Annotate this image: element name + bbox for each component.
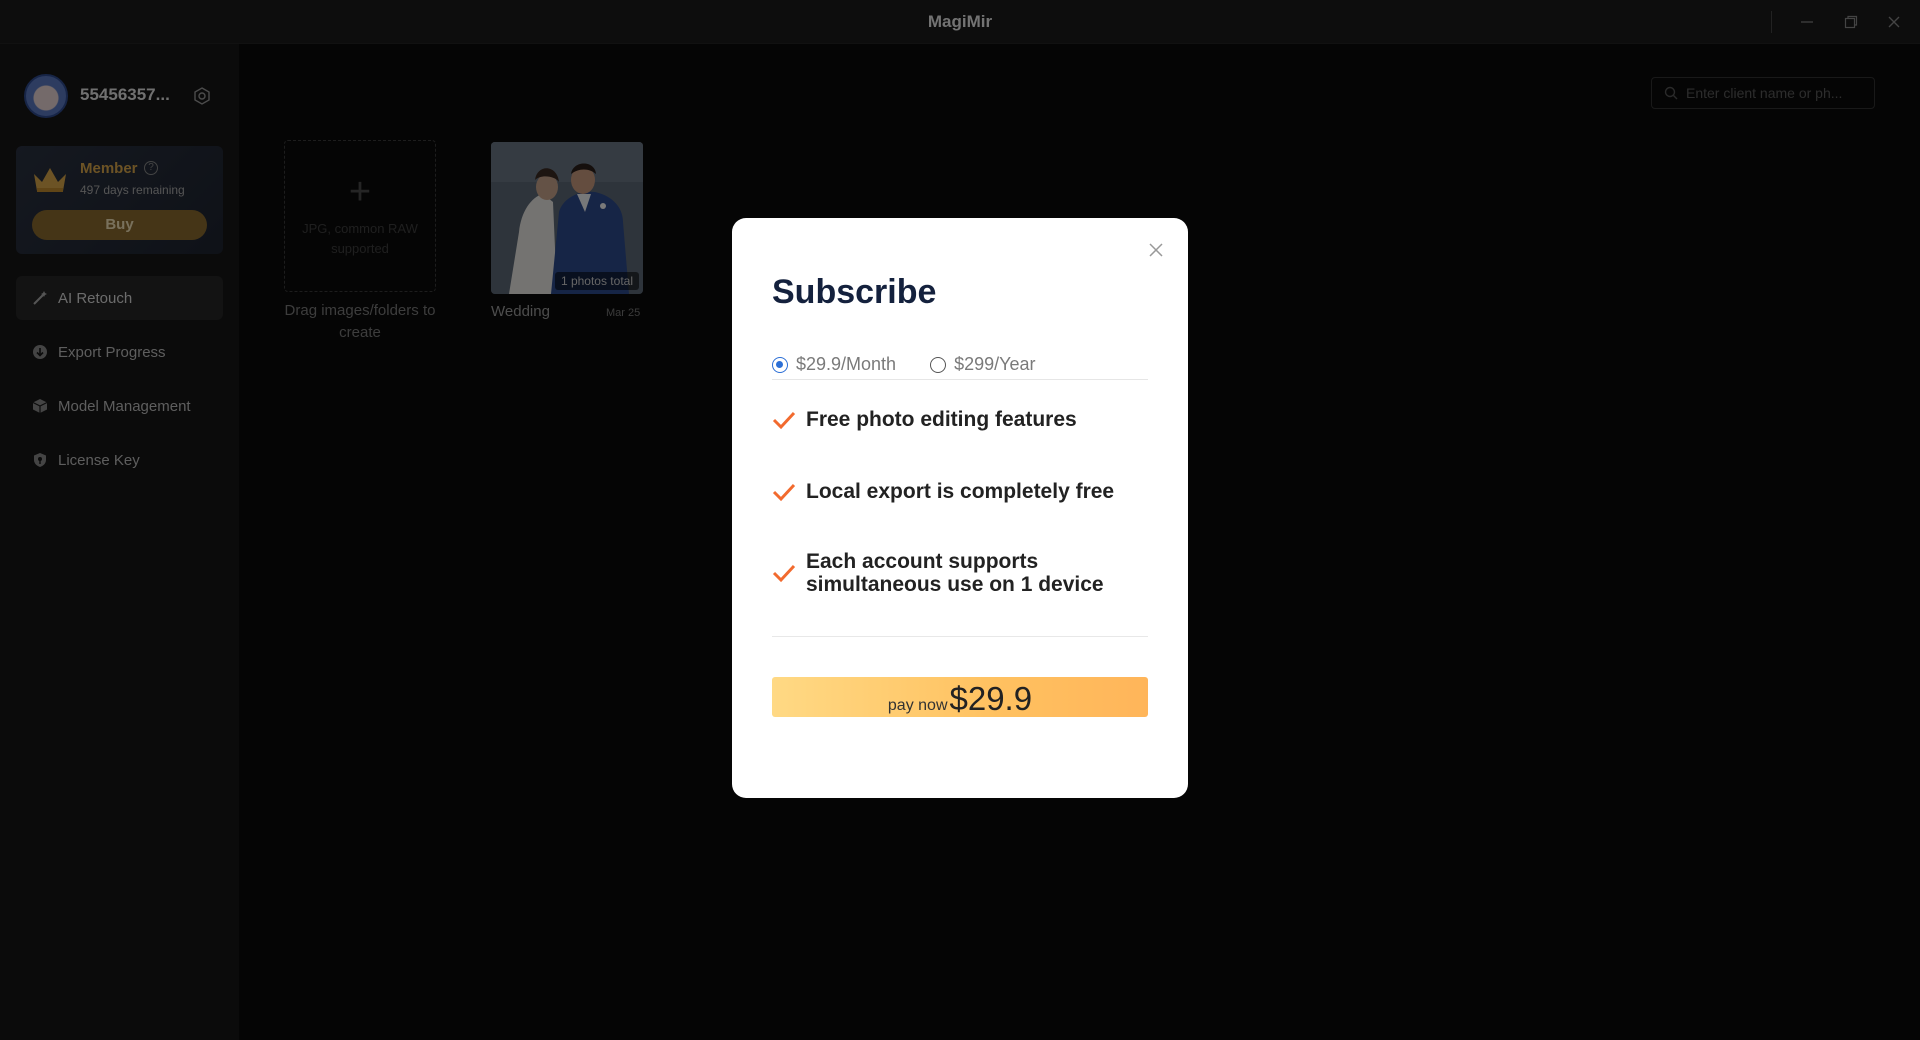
radio-selected-icon[interactable] [772, 356, 788, 373]
close-dialog-button[interactable] [1148, 242, 1164, 263]
subscribe-dialog: Subscribe $29.9/Month $299/Year Free pho… [732, 218, 1188, 798]
feature-item: Each account supports simultaneous use o… [772, 550, 1152, 596]
divider [772, 636, 1148, 637]
dialog-title: Subscribe [772, 273, 937, 311]
checkmark-icon [772, 411, 796, 429]
radio-unselected-icon[interactable] [930, 356, 947, 373]
pay-amount: $29.9 [949, 680, 1033, 717]
plan-selector: $29.9/Month $299/Year [772, 350, 1148, 380]
plan-label: $29.9/Month [796, 354, 897, 374]
close-icon [1149, 243, 1163, 257]
plan-option-yearly[interactable]: $299/Year [930, 354, 1036, 375]
plan-option-monthly[interactable]: $29.9/Month [772, 354, 896, 375]
checkmark-icon [772, 483, 796, 501]
plan-label: $299/Year [954, 354, 1036, 374]
checkmark-icon [772, 564, 796, 583]
feature-item: Free photo editing features [772, 408, 1152, 431]
pay-now-button[interactable]: pay now $29.9 [772, 677, 1148, 717]
feature-item: Local export is completely free [772, 480, 1152, 503]
pay-label: pay now [887, 697, 948, 714]
